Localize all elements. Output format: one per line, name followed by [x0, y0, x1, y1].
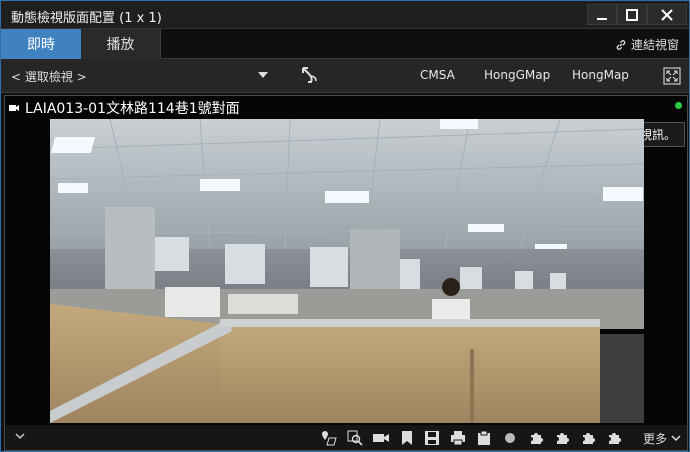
record-dot-icon[interactable] [501, 429, 519, 447]
live-status-indicator [675, 102, 682, 109]
puzzle-icon[interactable] [553, 429, 571, 447]
tab-playback[interactable]: 播放 [81, 29, 161, 59]
bookmark-icon[interactable] [398, 429, 416, 447]
camera-icon [9, 105, 19, 111]
view-toolbar: < 選取檢視 > CMSA HongGMap HongMap [1, 59, 689, 93]
view-link-hongmap[interactable]: HongMap [572, 68, 629, 82]
close-button[interactable] [647, 4, 687, 25]
map-pin-icon[interactable] [320, 429, 338, 447]
app-window: 動態檢視版面配置 (1 x 1) 即時 播放 連結視窗 < 選取檢視 > CMS… [0, 0, 690, 452]
zoom-search-icon[interactable] [346, 429, 364, 447]
more-button[interactable]: 更多 [643, 430, 681, 447]
close-icon [661, 8, 673, 21]
undo-arrow-icon[interactable] [299, 65, 321, 85]
link-icon [616, 39, 626, 50]
save-icon[interactable] [423, 429, 441, 447]
live-video-feed[interactable] [50, 119, 644, 423]
video-frame-image [50, 119, 644, 423]
more-label: 更多 [642, 432, 667, 446]
view-link-cmsa[interactable]: CMSA [420, 68, 455, 82]
maximize-button[interactable] [617, 4, 647, 25]
link-window-button[interactable]: 連結視窗 [615, 36, 679, 53]
view-link-honggmap[interactable]: HongGMap [484, 68, 550, 82]
link-window-label: 連結視窗 [630, 38, 679, 52]
print-icon[interactable] [449, 429, 467, 447]
puzzle-icon[interactable] [527, 429, 545, 447]
puzzle-icon[interactable] [605, 429, 623, 447]
view-select[interactable]: < 選取檢視 > [11, 68, 87, 85]
pane-bottom-toolbar: 更多 [5, 425, 687, 450]
camera-pane[interactable]: LAIA013-01文林路114巷1號對面 正在顯示即時視訊。 [4, 95, 688, 451]
puzzle-icon[interactable] [579, 429, 597, 447]
fullscreen-icon[interactable] [663, 67, 681, 85]
minimize-button[interactable] [587, 4, 617, 25]
tab-live[interactable]: 即時 [1, 29, 81, 59]
chevron-down-icon[interactable] [15, 433, 25, 440]
snapshot-camera-icon[interactable] [372, 429, 390, 447]
chevron-down-icon[interactable] [258, 72, 268, 78]
title-bar: 動態檢視版面配置 (1 x 1) [1, 1, 689, 29]
chevron-down-icon [671, 435, 681, 442]
window-title: 動態檢視版面配置 (1 x 1) [11, 11, 162, 26]
tab-bar: 即時 播放 連結視窗 [1, 29, 689, 59]
clipboard-icon[interactable] [475, 429, 493, 447]
camera-name: LAIA013-01文林路114巷1號對面 [25, 101, 240, 117]
camera-title: LAIA013-01文林路114巷1號對面 [9, 98, 240, 118]
maximize-icon [626, 8, 638, 21]
minimize-icon [597, 17, 607, 20]
